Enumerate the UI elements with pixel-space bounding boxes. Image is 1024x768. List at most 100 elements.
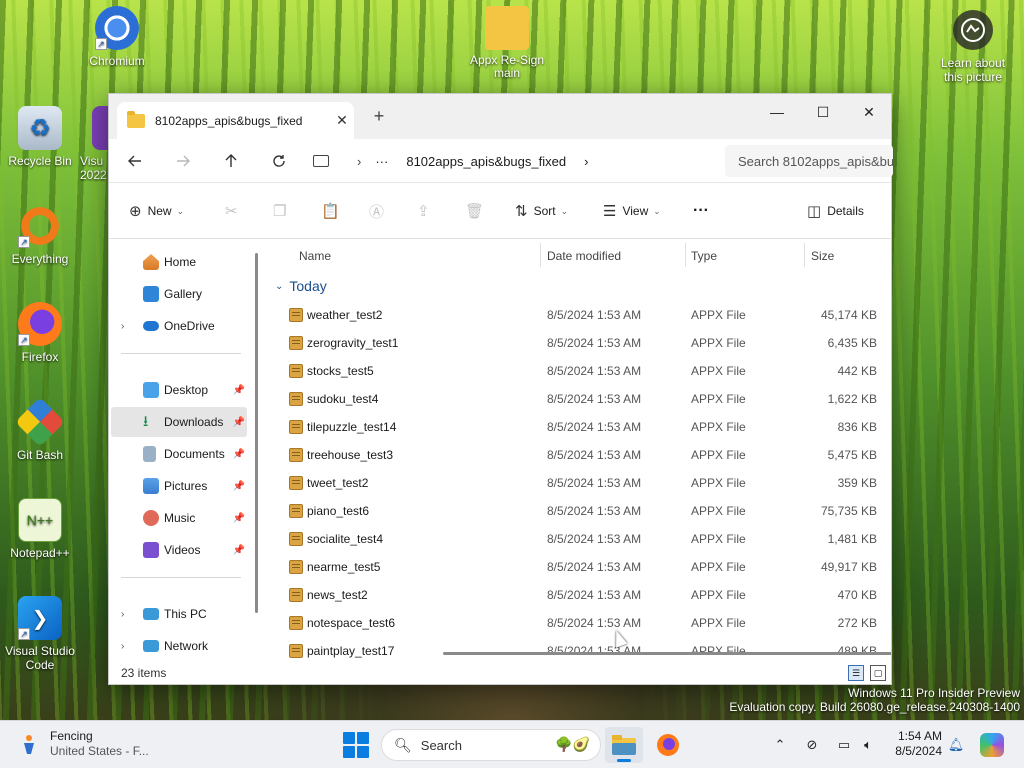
horizontal-scrollbar[interactable] xyxy=(443,652,891,655)
sidebar-item-this-pc[interactable]: › This PC xyxy=(111,599,247,629)
tab-close-icon[interactable]: ✕ xyxy=(330,112,354,129)
sidebar-scrollbar[interactable] xyxy=(255,253,258,613)
sidebar-label-music: Music xyxy=(164,511,196,525)
column-header-name[interactable]: Name xyxy=(299,239,331,273)
appx-file-icon xyxy=(289,616,303,630)
breadcrumb-more[interactable]: ··· xyxy=(375,154,388,169)
table-row[interactable]: socialite_test4 8/5/2024 1:53 AM APPX File… xyxy=(265,525,881,553)
desktop-icon-vscode[interactable]: ❯ ↗ Visual Studio Code xyxy=(0,596,80,672)
table-row[interactable]: news_test2 8/5/2024 1:53 AM APPX File 470 K… xyxy=(265,581,881,609)
copilot-icon[interactable] xyxy=(980,733,1004,757)
group-header-today[interactable]: ⌄ Today xyxy=(275,273,327,299)
delete-button[interactable]: 🗑 xyxy=(465,197,490,225)
sidebar-item-home[interactable]: Home xyxy=(111,247,247,277)
details-view-toggle[interactable]: ☰ xyxy=(848,665,864,681)
rename-button[interactable]: Ⓐ xyxy=(369,197,390,225)
sidebar-item-network[interactable]: › Network xyxy=(111,631,247,661)
pin-icon[interactable]: 📌 xyxy=(233,481,245,492)
cut-button[interactable]: ✂ xyxy=(225,197,244,225)
pin-icon[interactable]: 📌 xyxy=(233,545,245,556)
back-button[interactable] xyxy=(121,147,149,175)
display-icon[interactable]: ▭ xyxy=(834,735,854,755)
table-row[interactable]: paintplay_test17 8/5/2024 1:53 AM APPX Fil… xyxy=(265,637,881,662)
column-header-date[interactable]: Date modified xyxy=(547,239,621,273)
paste-button[interactable]: 📋 xyxy=(321,197,346,225)
sidebar-item-documents[interactable]: Documents 📌 xyxy=(111,439,247,469)
show-hidden-icons-chevron-up-icon[interactable]: ⌃ xyxy=(770,735,790,755)
volume-icon[interactable]: 🔈︎ xyxy=(858,735,878,755)
column-header-type[interactable]: Type xyxy=(691,239,717,273)
forward-button[interactable] xyxy=(169,147,197,175)
table-row[interactable]: tweet_test2 8/5/2024 1:53 AM APPX File 359 … xyxy=(265,469,881,497)
system-clock[interactable]: 1:54 AM 8/5/2024 xyxy=(886,729,942,759)
chevron-right-icon[interactable]: › xyxy=(121,641,124,652)
taskbar-firefox[interactable] xyxy=(649,727,687,763)
close-button[interactable]: ✕ xyxy=(846,98,892,126)
sidebar-item-pictures[interactable]: Pictures 📌 xyxy=(111,471,247,501)
column-divider[interactable] xyxy=(804,243,805,267)
desktop-icon-appx-resign[interactable]: Appx Re-Sign main xyxy=(467,6,547,80)
notification-bell-icon[interactable]: 🔔︎ xyxy=(946,735,966,755)
navigation-bar: › ··· 8102apps_apis&bugs_fixed › Search … xyxy=(109,139,893,183)
table-row[interactable]: zerogravity_test1 8/5/2024 1:53 AM APPX Fi… xyxy=(265,329,881,357)
pin-icon[interactable]: 📌 xyxy=(233,449,245,460)
new-button[interactable]: ⊕ New ⌄ xyxy=(129,197,184,225)
column-divider[interactable] xyxy=(540,243,541,267)
learn-about-picture[interactable]: Learn about this picture xyxy=(928,10,1018,84)
desktop-icon-notepad-plus-plus[interactable]: N++ Notepad++ xyxy=(0,498,80,560)
table-row[interactable]: stocks_test5 8/5/2024 1:53 AM APPX File 442… xyxy=(265,357,881,385)
details-pane-icon: ◫ xyxy=(807,203,822,220)
table-row[interactable]: sudoku_test4 8/5/2024 1:53 AM APPX File 1,6… xyxy=(265,385,881,413)
table-row[interactable]: tilepuzzle_test14 8/5/2024 1:53 AM APPX Fi… xyxy=(265,413,881,441)
tiles-view-toggle[interactable]: ▢ xyxy=(870,665,886,681)
sidebar-item-videos[interactable]: Videos 📌 xyxy=(111,535,247,565)
table-row[interactable]: piano_test6 8/5/2024 1:53 AM APPX File 75,7… xyxy=(265,497,881,525)
chevron-right-icon[interactable]: › xyxy=(121,609,124,620)
view-button[interactable]: ☰ View ⌄ xyxy=(603,197,661,225)
table-row[interactable]: weather_test2 8/5/2024 1:53 AM APPX File 45… xyxy=(265,301,881,329)
share-button[interactable]: ⇪ xyxy=(417,197,436,225)
address-bar[interactable]: › ··· 8102apps_apis&bugs_fixed › xyxy=(313,145,713,177)
refresh-button[interactable] xyxy=(265,147,293,175)
chevron-right-icon[interactable]: › xyxy=(121,321,124,332)
breadcrumb-current[interactable]: 8102apps_apis&bugs_fixed xyxy=(406,154,566,169)
copy-button[interactable]: ❐ xyxy=(273,197,292,225)
desktop-icon-firefox[interactable]: ↗ Firefox xyxy=(0,302,80,364)
weather-title: Fencing xyxy=(50,729,93,743)
details-button[interactable]: ◫ Details xyxy=(807,197,864,225)
new-tab-button[interactable]: + xyxy=(367,106,391,127)
sidebar-item-desktop[interactable]: Desktop 📌 xyxy=(111,375,247,405)
start-button[interactable] xyxy=(343,732,369,758)
table-row[interactable]: treehouse_test3 8/5/2024 1:53 AM APPX File… xyxy=(265,441,881,469)
desktop-icon-visual-studio[interactable]: Visu 2022 xyxy=(80,106,108,182)
network-off-icon[interactable]: ⊘ xyxy=(802,735,822,755)
pin-icon[interactable]: 📌 xyxy=(233,385,245,396)
more-options-button[interactable]: ··· xyxy=(693,197,709,225)
table-row[interactable]: notespace_test6 8/5/2024 1:53 AM APPX File… xyxy=(265,609,881,637)
tab-active-folder[interactable]: 8102apps_apis&bugs_fixed ✕ xyxy=(117,102,354,139)
sidebar-item-music[interactable]: Music 📌 xyxy=(111,503,247,533)
search-input[interactable]: Search 8102apps_apis&bugs_fixed xyxy=(725,145,893,177)
desktop-icon-everything[interactable]: ↗ Everything xyxy=(0,204,80,266)
minimize-button[interactable]: — xyxy=(754,98,800,126)
pin-icon[interactable]: 📌 xyxy=(233,417,245,428)
table-row[interactable]: nearme_test5 8/5/2024 1:53 AM APPX File 49,… xyxy=(265,553,881,581)
weather-widget[interactable]: Fencing United States - F... xyxy=(18,729,149,759)
sidebar-item-onedrive[interactable]: › OneDrive xyxy=(111,311,247,341)
column-divider[interactable] xyxy=(685,243,686,267)
taskbar-search[interactable]: 🔍︎ Search 🌳🥑 xyxy=(381,729,601,761)
maximize-button[interactable]: ☐ xyxy=(800,98,846,126)
column-header-size[interactable]: Size xyxy=(811,239,834,273)
desktop-icon-git-bash[interactable]: Git Bash xyxy=(0,397,80,462)
sort-button[interactable]: ⇅ Sort ⌄ xyxy=(515,197,568,225)
desktop-icon-chromium[interactable]: ↗ Chromium xyxy=(77,6,157,68)
up-button[interactable] xyxy=(217,147,245,175)
taskbar-file-explorer[interactable] xyxy=(605,727,643,763)
sidebar-item-downloads[interactable]: ⭳ Downloads 📌 xyxy=(111,407,247,437)
desktop-icon-recycle-bin[interactable]: ♻ Recycle Bin xyxy=(0,106,80,168)
pin-icon[interactable]: 📌 xyxy=(233,513,245,524)
sort-label: Sort xyxy=(533,204,556,218)
appx-file-icon xyxy=(289,448,303,462)
sidebar-item-gallery[interactable]: Gallery xyxy=(111,279,247,309)
chevron-right-icon[interactable]: › xyxy=(584,154,588,169)
